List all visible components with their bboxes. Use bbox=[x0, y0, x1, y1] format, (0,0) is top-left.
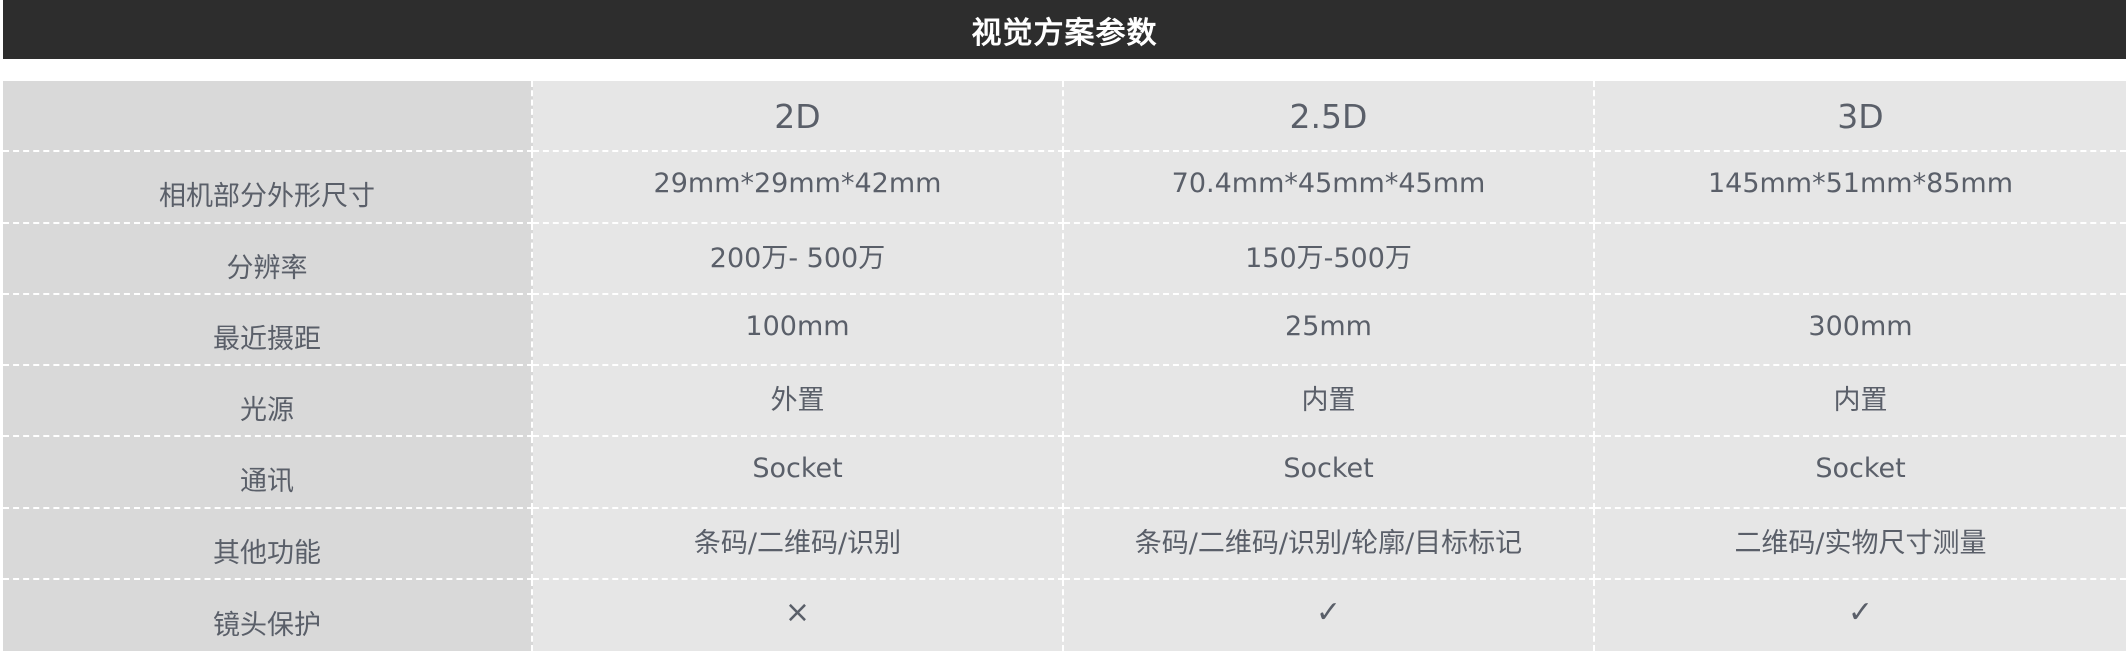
table-cell: 外置 bbox=[533, 366, 1064, 438]
table-cell: 29mm*29mm*42mm bbox=[533, 152, 1064, 224]
table-cell: Socket bbox=[533, 437, 1064, 509]
table-cell: 70.4mm*45mm*45mm bbox=[1064, 152, 1595, 224]
row-label-lens-protection: 镜头保护 bbox=[3, 579, 533, 651]
check-icon: ✓ bbox=[1315, 594, 1342, 630]
table-cell: × bbox=[533, 579, 1064, 651]
row-label-min-distance: 最近摄距 bbox=[3, 294, 533, 366]
row-label-communication: 通讯 bbox=[3, 437, 533, 509]
table-cell: 内置 bbox=[1595, 366, 2126, 438]
table-cell: 150万-500万 bbox=[1064, 223, 1595, 295]
row-label-dimensions: 相机部分外形尺寸 bbox=[3, 152, 533, 224]
table-cell: ✓ bbox=[1064, 579, 1595, 651]
column-header-3d: 3D bbox=[1595, 81, 2126, 153]
table-cell: 内置 bbox=[1064, 366, 1595, 438]
cross-icon: × bbox=[784, 594, 811, 630]
row-label-other-functions: 其他功能 bbox=[3, 508, 533, 580]
table-cell: 200万- 500万 bbox=[533, 223, 1064, 295]
table-cell: 条码/二维码/识别/轮廓/目标标记 bbox=[1064, 508, 1595, 580]
table-cell: Socket bbox=[1595, 437, 2126, 509]
row-label-resolution: 分辨率 bbox=[3, 223, 533, 295]
page-title: 视觉方案参数 bbox=[971, 15, 1158, 51]
table-cell: 二维码/实物尺寸测量 bbox=[1595, 508, 2126, 580]
table-cell: 条码/二维码/识别 bbox=[533, 508, 1064, 580]
table-cell: ✓ bbox=[1595, 579, 2126, 651]
spec-table: 2D 2.5D 3D 相机部分外形尺寸 29mm*29mm*42mm 70.4m… bbox=[3, 81, 2126, 651]
check-icon: ✓ bbox=[1847, 594, 1874, 630]
table-cell: 100mm bbox=[533, 294, 1064, 366]
table-cell: 145mm*51mm*85mm bbox=[1595, 152, 2126, 224]
table-corner-cell bbox=[3, 81, 533, 153]
table-cell: 25mm bbox=[1064, 294, 1595, 366]
table-cell: 300mm bbox=[1595, 294, 2126, 366]
table-cell bbox=[1595, 223, 2126, 295]
row-label-light-source: 光源 bbox=[3, 366, 533, 438]
header-bar: 视觉方案参数 bbox=[3, 0, 2126, 59]
column-header-2-5d: 2.5D bbox=[1064, 81, 1595, 153]
column-header-2d: 2D bbox=[533, 81, 1064, 153]
table-cell: Socket bbox=[1064, 437, 1595, 509]
